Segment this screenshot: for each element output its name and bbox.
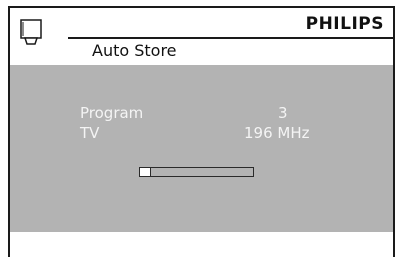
search-progress-fill <box>140 168 152 176</box>
program-label: Program <box>80 104 144 122</box>
screen-frame-top <box>8 6 395 8</box>
header-divider <box>68 37 395 39</box>
band-label: TV <box>80 124 100 142</box>
brand-logo: PHILIPS <box>305 14 384 34</box>
frequency-value: 196 MHz <box>244 124 310 142</box>
search-progress-bar <box>139 167 254 177</box>
tv-icon <box>18 18 44 48</box>
screen-frame-right <box>393 6 395 257</box>
program-value: 3 <box>278 104 288 122</box>
menu-title: Auto Store <box>92 41 177 60</box>
auto-store-panel <box>10 65 393 232</box>
